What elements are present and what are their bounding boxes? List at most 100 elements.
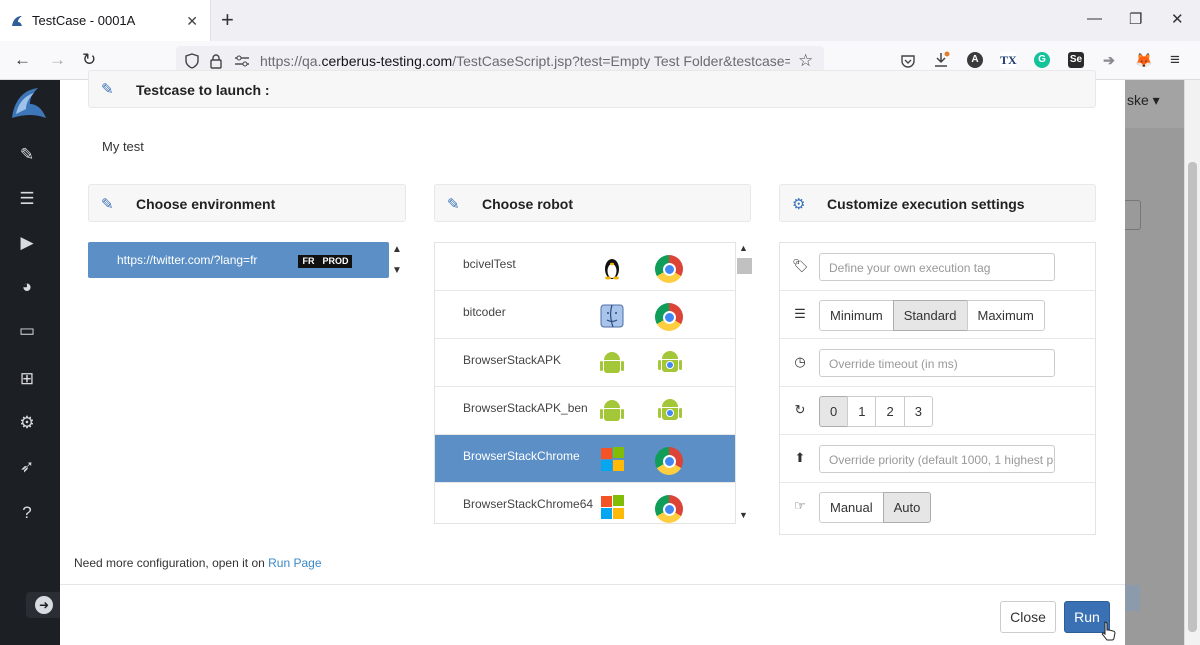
environment-header-title: Choose environment xyxy=(136,196,276,212)
sitemap-icon[interactable]: ⊞ xyxy=(17,369,37,389)
help-icon[interactable]: ? xyxy=(17,503,37,523)
pie-chart-icon[interactable]: ◕ xyxy=(17,277,37,297)
lock-icon[interactable] xyxy=(209,53,223,69)
metamask-icon[interactable]: 🦊 xyxy=(1135,52,1152,68)
chrome-icon xyxy=(655,447,683,475)
close-tab-icon[interactable]: ✕ xyxy=(186,13,198,30)
edit-square-icon: ✎ xyxy=(101,81,114,98)
shield-icon[interactable] xyxy=(184,53,200,69)
laptop-icon[interactable]: ▭ xyxy=(17,321,37,341)
robot-list-scrollbar[interactable]: ▲ ▼ xyxy=(736,242,752,524)
robot-item[interactable]: BrowserStackAPK_ben xyxy=(435,387,735,435)
env-scroll-down-icon[interactable]: ▼ xyxy=(392,265,402,276)
back-icon[interactable]: ← xyxy=(14,50,31,70)
verbose-standard-button[interactable]: Standard xyxy=(892,300,968,331)
robot-item[interactable]: bcivelTest xyxy=(435,243,735,291)
user-menu: ske ▾ xyxy=(1127,92,1160,108)
priority-row: ⬆ Override priority (default 1000, 1 hig… xyxy=(780,435,1095,483)
restore-icon[interactable]: ❐ xyxy=(1129,10,1142,28)
testcase-panel-header: ✎ Testcase to launch : xyxy=(88,70,1096,108)
menu-icon[interactable]: ≡ xyxy=(1170,50,1180,70)
robot-name: bitcoder xyxy=(463,305,506,319)
mode-row: ☞ Manual Auto xyxy=(780,483,1095,531)
environment-item-selected[interactable]: https://twitter.com/?lang=fr FR PROD xyxy=(88,242,389,278)
page-scrollbar[interactable] xyxy=(1184,80,1200,645)
background-button xyxy=(1125,200,1141,230)
bookmark-star-icon[interactable]: ☆ xyxy=(798,51,813,71)
robot-scroll-thumb[interactable] xyxy=(737,258,752,274)
robot-item-selected[interactable]: BrowserStackChrome xyxy=(435,435,735,483)
robot-scroll-up-icon[interactable]: ▲ xyxy=(739,243,748,253)
chrome-icon xyxy=(655,495,683,523)
mode-manual-button[interactable]: Manual xyxy=(819,492,884,523)
browser-tab[interactable]: TestCase - 0001A ✕ xyxy=(0,0,211,41)
modal-footer: Close Run xyxy=(60,584,1125,645)
close-button[interactable]: Close xyxy=(1000,601,1056,633)
cerberus-logo-icon[interactable] xyxy=(8,84,50,124)
robot-scroll-down-icon[interactable]: ▼ xyxy=(739,510,748,520)
tag-row: 🏷 Define your own execution tag xyxy=(780,243,1095,291)
database-icon[interactable]: ☰ xyxy=(17,189,37,209)
extension-tx-icon[interactable]: TX xyxy=(1000,52,1017,68)
play-circle-icon[interactable]: ▶ xyxy=(17,233,37,253)
gears-icon[interactable]: ⚙ xyxy=(17,413,37,433)
env-badge: PROD xyxy=(319,255,352,268)
arrow-right-circle-icon: ➜ xyxy=(35,596,53,614)
retries-1-button[interactable]: 1 xyxy=(847,396,877,427)
edit-icon[interactable]: ✎ xyxy=(17,145,37,165)
run-testcase-modal: ✎ Testcase to launch : My test ✎ Choose … xyxy=(60,70,1125,645)
edit-square-icon: ✎ xyxy=(447,196,460,213)
more-config-text: Need more configuration, open it on Run … xyxy=(74,556,322,570)
selenium-ide-icon[interactable]: Se xyxy=(1068,52,1084,68)
gear-icon: ⚙ xyxy=(792,196,806,213)
android-chrome-icon xyxy=(658,399,682,423)
permissions-icon[interactable] xyxy=(234,54,250,68)
page-scroll-thumb[interactable] xyxy=(1188,162,1197,632)
run-page-link[interactable]: Run Page xyxy=(268,556,321,570)
robot-name: BrowserStackChrome xyxy=(463,449,580,463)
robot-item[interactable]: BrowserStackChrome64 xyxy=(435,483,735,523)
robot-header-title: Choose robot xyxy=(482,196,573,212)
retries-3-button[interactable]: 3 xyxy=(903,396,933,427)
pocket-icon[interactable] xyxy=(900,53,916,69)
priority-input[interactable]: Override priority (default 1000, 1 highe… xyxy=(819,445,1055,473)
reload-icon[interactable]: ↻ xyxy=(82,50,96,70)
env-scroll-up-icon[interactable]: ▲ xyxy=(392,244,402,255)
robot-panel-header: ✎ Choose robot xyxy=(434,184,751,222)
new-tab-icon[interactable]: + xyxy=(221,8,234,32)
close-window-icon[interactable]: ✕ xyxy=(1171,10,1184,28)
testcase-header-title: Testcase to launch : xyxy=(136,82,270,98)
url-text: https://qa.cerberus-testing.com/TestCase… xyxy=(260,53,790,69)
robot-name: BrowserStackChrome64 xyxy=(463,497,594,511)
mode-auto-button[interactable]: Auto xyxy=(882,492,932,523)
robot-name: BrowserStackAPK_ben xyxy=(463,401,588,415)
verbose-minimum-button[interactable]: Minimum xyxy=(819,300,894,331)
android-icon xyxy=(600,352,624,376)
robot-item[interactable]: BrowserStackAPK xyxy=(435,339,735,387)
mac-finder-icon xyxy=(600,304,624,328)
settings-panel-header: ⚙ Customize execution settings xyxy=(779,184,1096,222)
browser-tab-bar: TestCase - 0001A ✕ + — ❐ ✕ xyxy=(0,0,1200,41)
minimize-icon[interactable]: — xyxy=(1087,10,1102,27)
verbose-group: Minimum Standard Maximum xyxy=(819,300,1045,331)
robot-list: bcivelTest bitcoder BrowserStackAPK Brow… xyxy=(434,242,736,524)
retries-2-button[interactable]: 2 xyxy=(875,396,905,427)
grammarly-icon[interactable]: G xyxy=(1034,52,1050,68)
verbose-maximum-button[interactable]: Maximum xyxy=(966,300,1045,331)
tag-input[interactable]: Define your own execution tag xyxy=(819,253,1055,281)
refresh-icon: ↻ xyxy=(794,402,806,417)
timeout-input[interactable]: Override timeout (in ms) xyxy=(819,349,1055,377)
extension-arrow-icon[interactable]: ➔ xyxy=(1101,52,1117,68)
robot-item[interactable]: bitcoder xyxy=(435,291,735,339)
edit-square-icon: ✎ xyxy=(101,196,114,213)
linux-icon xyxy=(605,259,619,280)
extension-a-icon[interactable]: A xyxy=(967,52,983,68)
downloads-icon[interactable] xyxy=(933,51,951,69)
forward-icon[interactable]: → xyxy=(49,50,66,70)
expand-sidebar-button[interactable]: ➜ xyxy=(26,592,60,618)
retries-0-button[interactable]: 0 xyxy=(819,396,849,427)
settings-header-title: Customize execution settings xyxy=(827,196,1025,212)
rocket-icon[interactable]: ➶ xyxy=(17,457,37,477)
chrome-icon xyxy=(655,255,683,283)
hand-pointer-icon: ☞ xyxy=(794,498,806,513)
